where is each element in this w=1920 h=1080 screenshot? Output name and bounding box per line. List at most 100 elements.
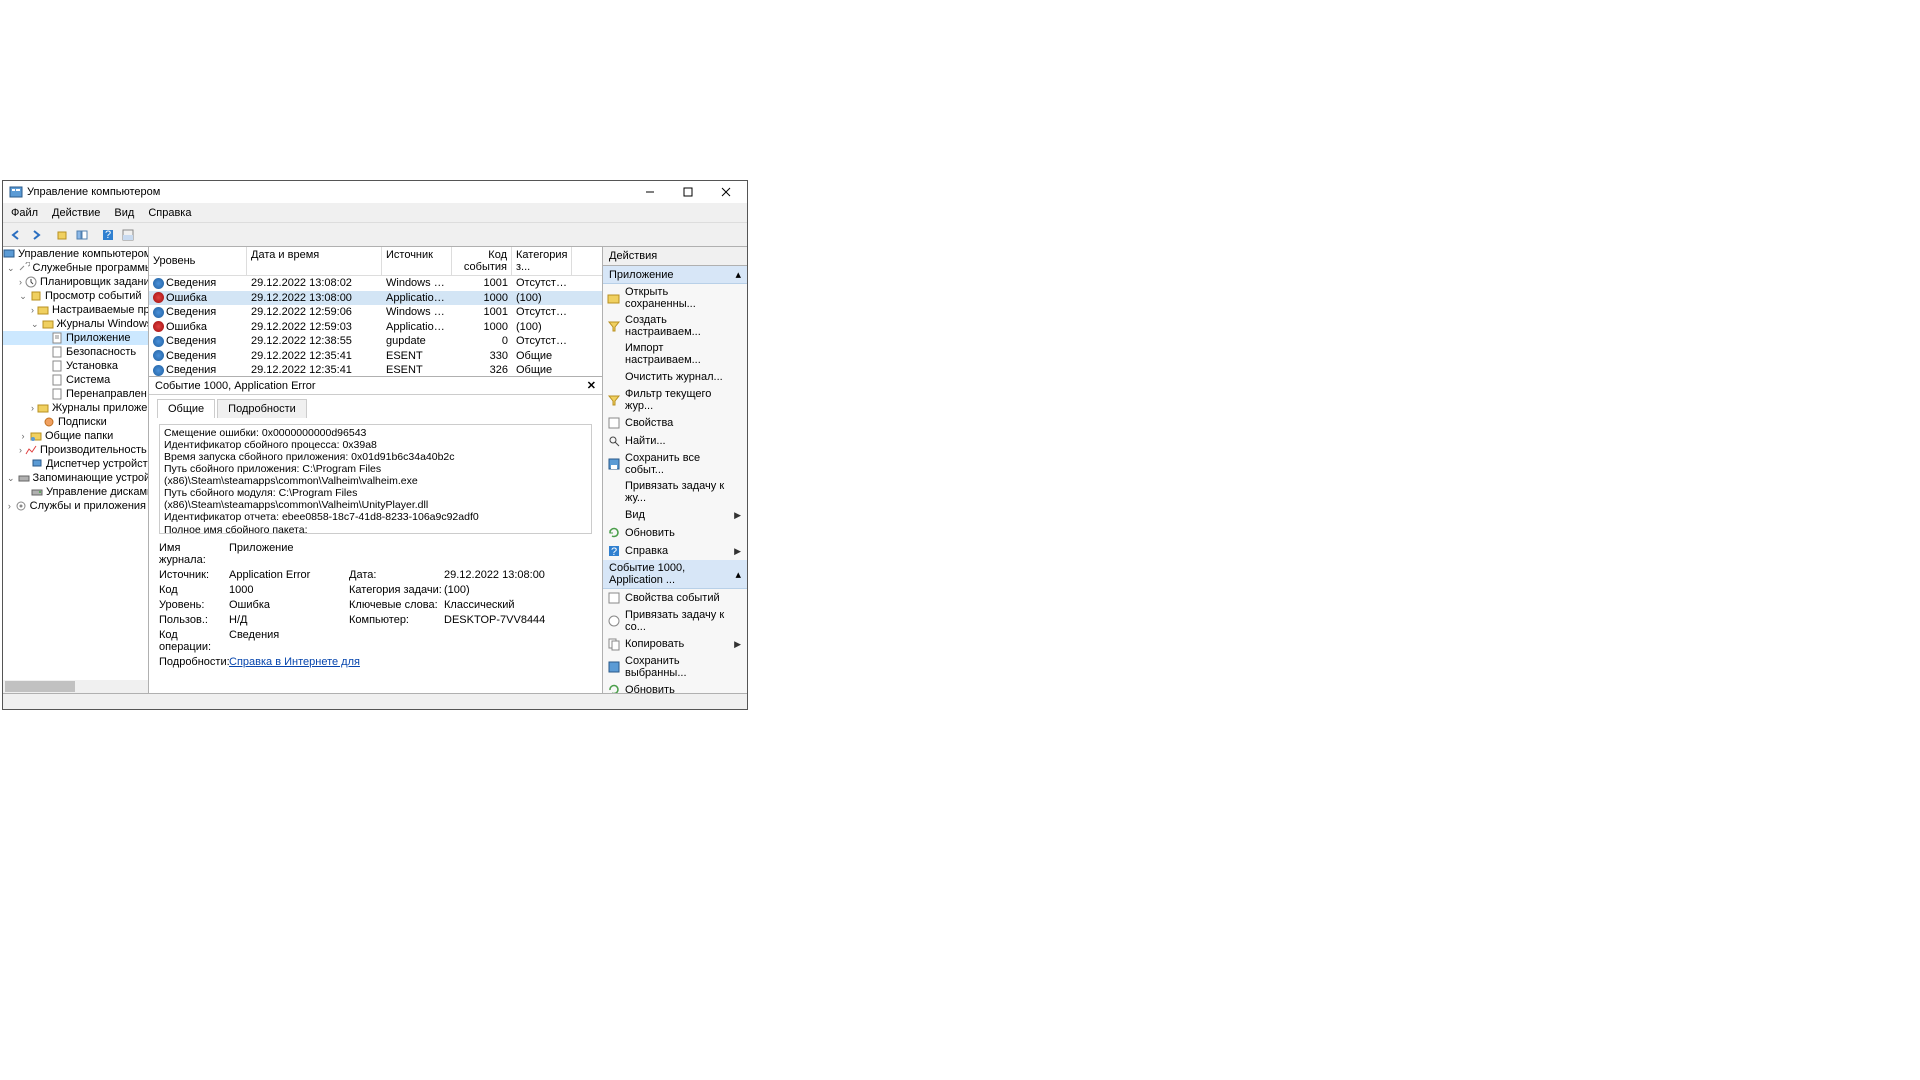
action-refresh-event[interactable]: Обновить <box>603 681 747 693</box>
device-manager-icon <box>31 458 43 470</box>
log-icon <box>51 346 63 358</box>
menu-action[interactable]: Действие <box>52 207 100 219</box>
tree-disk-mgmt[interactable]: Управление дисками <box>46 486 149 498</box>
online-help-link[interactable]: Справка в Интернете для <box>229 656 592 668</box>
show-hide-tree-button[interactable] <box>73 226 91 244</box>
menu-file[interactable]: Файл <box>11 207 38 219</box>
menu-view[interactable]: Вид <box>114 207 134 219</box>
action-save-all[interactable]: Сохранить все событ... <box>603 450 747 478</box>
tree-task-scheduler[interactable]: Планировщик заданий <box>40 276 149 288</box>
action-copy[interactable]: Копировать▶ <box>603 635 747 653</box>
detail-description[interactable]: Смещение ошибки: 0x0000000000d96543 Иден… <box>159 424 592 534</box>
action-view[interactable]: Вид▶ <box>603 506 747 524</box>
action-save-selected[interactable]: Сохранить выбранны... <box>603 653 747 681</box>
minimize-button[interactable] <box>631 182 669 202</box>
action-import-custom[interactable]: Импорт настраиваем... <box>603 340 747 368</box>
action-find[interactable]: Найти... <box>603 432 747 450</box>
col-level[interactable]: Уровень <box>149 247 247 275</box>
import-icon <box>607 347 621 361</box>
event-row[interactable]: Ошибка29.12.2022 12:59:03Application ...… <box>149 320 602 335</box>
tree-performance[interactable]: Производительность <box>40 444 147 456</box>
detail-close-button[interactable]: ✕ <box>587 379 596 392</box>
actions-section-event[interactable]: Событие 1000, Application ...▴ <box>603 560 747 589</box>
navigation-tree[interactable]: Управление компьютером (л ⌄ Служебные про… <box>3 247 149 693</box>
event-list-body[interactable]: Сведения29.12.2022 13:08:02Windows Err..… <box>149 276 602 376</box>
expander-icon[interactable]: ⌄ <box>19 291 27 302</box>
toolbar: ? <box>3 223 747 247</box>
expander-icon[interactable]: › <box>19 431 27 441</box>
event-list-header[interactable]: Уровень Дата и время Источник Код событи… <box>149 247 602 276</box>
maximize-button[interactable] <box>669 182 707 202</box>
help-button[interactable]: ? <box>99 226 117 244</box>
action-properties[interactable]: Свойства <box>603 414 747 432</box>
tree-windows-logs[interactable]: Журналы Windows <box>57 318 149 330</box>
tree-system-tools[interactable]: Служебные программы <box>33 262 149 274</box>
error-icon <box>153 321 164 332</box>
expander-icon[interactable]: ⌄ <box>7 263 15 274</box>
col-id[interactable]: Код события <box>452 247 512 275</box>
lbl-taskcat: Категория задачи: <box>349 584 444 596</box>
col-source[interactable]: Источник <box>382 247 452 275</box>
tree-event-viewer[interactable]: Просмотр событий <box>45 290 142 302</box>
menu-help[interactable]: Справка <box>148 207 191 219</box>
tab-general[interactable]: Общие <box>157 399 215 418</box>
tree-application[interactable]: Приложение <box>66 332 131 344</box>
action-event-properties[interactable]: Свойства событий <box>603 589 747 607</box>
expander-icon[interactable]: › <box>19 277 22 287</box>
funnel-icon <box>607 319 621 333</box>
save-icon <box>607 457 621 471</box>
expander-icon[interactable]: ⌄ <box>31 319 39 330</box>
action-help[interactable]: ?Справка▶ <box>603 542 747 560</box>
tree-storage[interactable]: Запоминающие устройс <box>33 472 149 484</box>
tree-root[interactable]: Управление компьютером (л <box>18 248 149 260</box>
expander-icon[interactable]: › <box>7 501 12 511</box>
tab-details[interactable]: Подробности <box>217 399 307 418</box>
actions-pane: Действия Приложение▴ Открыть сохраненны.… <box>603 247 747 693</box>
tree-subscriptions[interactable]: Подписки <box>58 416 107 428</box>
expander-icon[interactable]: › <box>31 305 34 315</box>
tree-services-apps[interactable]: Службы и приложения <box>30 500 146 512</box>
event-row[interactable]: Сведения29.12.2022 13:08:02Windows Err..… <box>149 276 602 291</box>
event-row[interactable]: Сведения29.12.2022 12:35:41ESENT326Общие <box>149 363 602 376</box>
tree-setup[interactable]: Установка <box>66 360 118 372</box>
event-row[interactable]: Сведения29.12.2022 12:35:41ESENT330Общие <box>149 349 602 364</box>
log-icon <box>51 388 63 400</box>
event-row[interactable]: Сведения29.12.2022 12:59:06Windows Err..… <box>149 305 602 320</box>
log-icon <box>51 374 63 386</box>
expander-icon[interactable]: › <box>19 445 22 455</box>
tree-security[interactable]: Безопасность <box>66 346 136 358</box>
info-icon <box>153 365 164 376</box>
copy-icon <box>607 637 621 651</box>
close-button[interactable] <box>707 182 745 202</box>
folder-icon <box>37 304 49 316</box>
expander-icon[interactable]: › <box>31 403 34 413</box>
computer-management-window: Управление компьютером Файл Действие Вид… <box>2 180 748 710</box>
action-open-saved[interactable]: Открыть сохраненны... <box>603 284 747 312</box>
forward-button[interactable] <box>27 226 45 244</box>
tree-h-scrollbar[interactable] <box>3 680 148 693</box>
tree-apps-services[interactable]: Журналы приложе <box>52 402 147 414</box>
up-button[interactable] <box>53 226 71 244</box>
tree-forwarded[interactable]: Перенаправлен <box>66 388 147 400</box>
expander-icon[interactable]: ⌄ <box>7 473 15 484</box>
action-create-custom[interactable]: Создать настраиваем... <box>603 312 747 340</box>
event-row[interactable]: Ошибка29.12.2022 13:08:00Application ...… <box>149 291 602 306</box>
action-refresh[interactable]: Обновить <box>603 524 747 542</box>
action-attach-task-event[interactable]: Привязать задачу к со... <box>603 607 747 635</box>
properties-icon <box>607 591 621 605</box>
col-date[interactable]: Дата и время <box>247 247 382 275</box>
tree-shared-folders[interactable]: Общие папки <box>45 430 113 442</box>
action-attach-task-log[interactable]: Привязать задачу к жу... <box>603 478 747 506</box>
main-content: Управление компьютером (л ⌄ Служебные про… <box>3 247 747 693</box>
action-filter-log[interactable]: Фильтр текущего жур... <box>603 386 747 414</box>
refresh-icon <box>607 526 621 540</box>
col-category[interactable]: Категория з... <box>512 247 572 275</box>
tree-device-manager[interactable]: Диспетчер устройств <box>46 458 149 470</box>
preview-button[interactable] <box>119 226 137 244</box>
actions-section-application[interactable]: Приложение▴ <box>603 266 747 284</box>
event-row[interactable]: Сведения29.12.2022 12:38:55gupdate0Отсут… <box>149 334 602 349</box>
action-clear-log[interactable]: Очистить журнал... <box>603 368 747 386</box>
back-button[interactable] <box>7 226 25 244</box>
tree-system[interactable]: Система <box>66 374 110 386</box>
tree-custom-views[interactable]: Настраиваемые пр <box>52 304 149 316</box>
